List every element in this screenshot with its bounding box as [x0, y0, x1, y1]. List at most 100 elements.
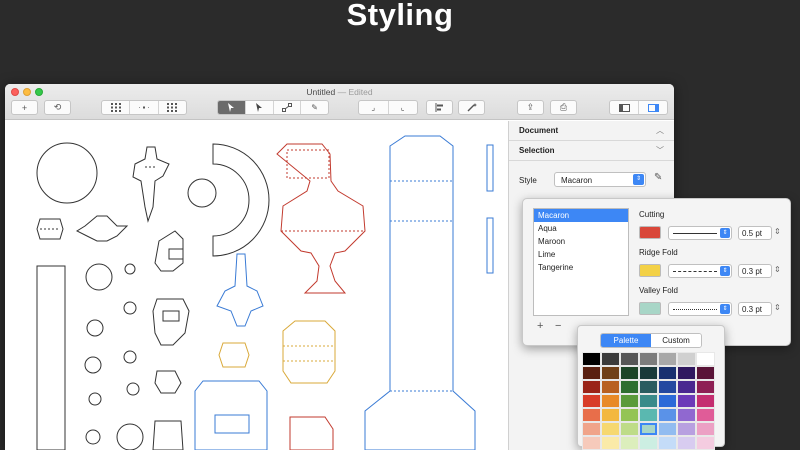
- color-swatch[interactable]: [658, 380, 677, 394]
- ridge-fold-color-swatch[interactable]: [639, 264, 661, 277]
- valley-fold-width-field[interactable]: 0.3 pt: [738, 302, 772, 316]
- color-swatch[interactable]: [677, 422, 696, 436]
- select-tool-button[interactable]: [218, 101, 246, 114]
- add-button[interactable]: +: [11, 100, 38, 115]
- color-swatch[interactable]: [601, 422, 620, 436]
- color-swatch[interactable]: [658, 394, 677, 408]
- edit-style-button[interactable]: ✎: [654, 172, 662, 183]
- color-swatch[interactable]: [677, 436, 696, 450]
- remove-style-button[interactable]: −: [555, 320, 561, 332]
- rotate-button[interactable]: ⟲: [44, 100, 71, 115]
- color-swatch[interactable]: [639, 408, 658, 422]
- right-sidebar-toggle[interactable]: [639, 101, 667, 114]
- color-swatch[interactable]: [601, 366, 620, 380]
- color-swatch[interactable]: [620, 394, 639, 408]
- color-swatch[interactable]: [658, 408, 677, 422]
- color-grid: [582, 352, 715, 450]
- grid-small-button[interactable]: [159, 101, 186, 114]
- color-swatch[interactable]: [696, 380, 715, 394]
- color-swatch[interactable]: [677, 380, 696, 394]
- color-swatch[interactable]: [601, 394, 620, 408]
- color-swatch[interactable]: [639, 352, 658, 366]
- print-button[interactable]: ⎙: [550, 100, 577, 115]
- color-swatch[interactable]: [696, 394, 715, 408]
- drawing-canvas[interactable]: [5, 121, 508, 450]
- color-swatch[interactable]: [677, 366, 696, 380]
- color-swatch[interactable]: [582, 422, 601, 436]
- cutting-width-stepper[interactable]: ⇕: [774, 227, 781, 236]
- ridge-fold-line-style-dropdown[interactable]: ⇕: [668, 264, 732, 278]
- node-tool-button[interactable]: [274, 101, 302, 114]
- fold-right-button[interactable]: ⌞: [389, 101, 418, 114]
- ridge-fold-label: Ridge Fold: [639, 248, 678, 257]
- color-swatch[interactable]: [582, 352, 601, 366]
- color-palette-popover: Palette Custom: [577, 325, 725, 450]
- color-swatch[interactable]: [582, 366, 601, 380]
- color-swatch[interactable]: [658, 352, 677, 366]
- cutting-line-style-dropdown[interactable]: ⇕: [668, 226, 732, 240]
- style-list-item[interactable]: Macaron: [534, 209, 628, 222]
- left-sidebar-toggle[interactable]: [610, 101, 639, 114]
- color-swatch[interactable]: [677, 352, 696, 366]
- color-swatch[interactable]: [620, 380, 639, 394]
- style-list-item[interactable]: Tangerine: [534, 261, 628, 274]
- share-button[interactable]: ⇪: [517, 100, 544, 115]
- fold-left-button[interactable]: ⌟: [359, 101, 389, 114]
- direct-select-tool-button[interactable]: [246, 101, 274, 114]
- title-bar: Untitled — Edited + ⟲ ✎ ⌟ ⌞ ⇪ ⎙: [5, 84, 674, 120]
- color-swatch[interactable]: [639, 422, 658, 436]
- valley-fold-line-style-dropdown[interactable]: ⇕: [668, 302, 732, 316]
- tab-custom[interactable]: Custom: [651, 334, 701, 347]
- color-swatch[interactable]: [582, 394, 601, 408]
- up-down-arrows-icon: ⇕: [720, 228, 730, 238]
- valley-fold-label: Valley Fold: [639, 286, 678, 295]
- color-swatch[interactable]: [620, 366, 639, 380]
- color-swatch[interactable]: [658, 422, 677, 436]
- style-list-item[interactable]: Aqua: [534, 222, 628, 235]
- style-dropdown[interactable]: Macaron ⇕: [554, 172, 646, 187]
- color-swatch[interactable]: [620, 436, 639, 450]
- box-net: [152, 298, 190, 346]
- color-swatch[interactable]: [620, 408, 639, 422]
- color-swatch[interactable]: [620, 352, 639, 366]
- color-swatch[interactable]: [677, 408, 696, 422]
- ridge-fold-width-stepper[interactable]: ⇕: [774, 265, 781, 274]
- style-list-item[interactable]: Lime: [534, 248, 628, 261]
- color-swatch[interactable]: [620, 422, 639, 436]
- tab-palette[interactable]: Palette: [601, 334, 651, 347]
- color-swatch[interactable]: [639, 366, 658, 380]
- color-swatch[interactable]: [696, 366, 715, 380]
- window-cut: [168, 248, 184, 260]
- valley-fold-color-swatch[interactable]: [639, 302, 661, 315]
- pen-tool-button[interactable]: ✎: [301, 101, 328, 114]
- color-swatch[interactable]: [658, 366, 677, 380]
- selection-section-header[interactable]: Selection ﹀: [509, 141, 674, 161]
- color-swatch[interactable]: [601, 380, 620, 394]
- color-swatch[interactable]: [696, 408, 715, 422]
- grid-large-button[interactable]: [102, 101, 131, 114]
- style-list-item[interactable]: Maroon: [534, 235, 628, 248]
- color-swatch[interactable]: [696, 436, 715, 450]
- color-swatch[interactable]: [658, 436, 677, 450]
- cutting-color-swatch[interactable]: [639, 226, 661, 239]
- color-swatch[interactable]: [639, 380, 658, 394]
- color-swatch[interactable]: [601, 436, 620, 450]
- color-swatch[interactable]: [639, 436, 658, 450]
- cutting-width-field[interactable]: 0.5 pt: [738, 226, 772, 240]
- document-section-header[interactable]: Document ︿: [509, 121, 674, 141]
- align-button[interactable]: [426, 100, 453, 115]
- color-swatch[interactable]: [582, 380, 601, 394]
- add-style-button[interactable]: +: [537, 320, 543, 332]
- color-swatch[interactable]: [601, 352, 620, 366]
- single-view-button[interactable]: [130, 101, 159, 114]
- valley-fold-width-stepper[interactable]: ⇕: [774, 303, 781, 312]
- color-swatch[interactable]: [582, 408, 601, 422]
- color-swatch[interactable]: [696, 422, 715, 436]
- color-swatch[interactable]: [639, 394, 658, 408]
- magic-wand-button[interactable]: [458, 100, 485, 115]
- color-swatch[interactable]: [677, 394, 696, 408]
- color-swatch[interactable]: [582, 436, 601, 450]
- color-swatch[interactable]: [696, 352, 715, 366]
- ridge-fold-width-field[interactable]: 0.3 pt: [738, 264, 772, 278]
- color-swatch[interactable]: [601, 408, 620, 422]
